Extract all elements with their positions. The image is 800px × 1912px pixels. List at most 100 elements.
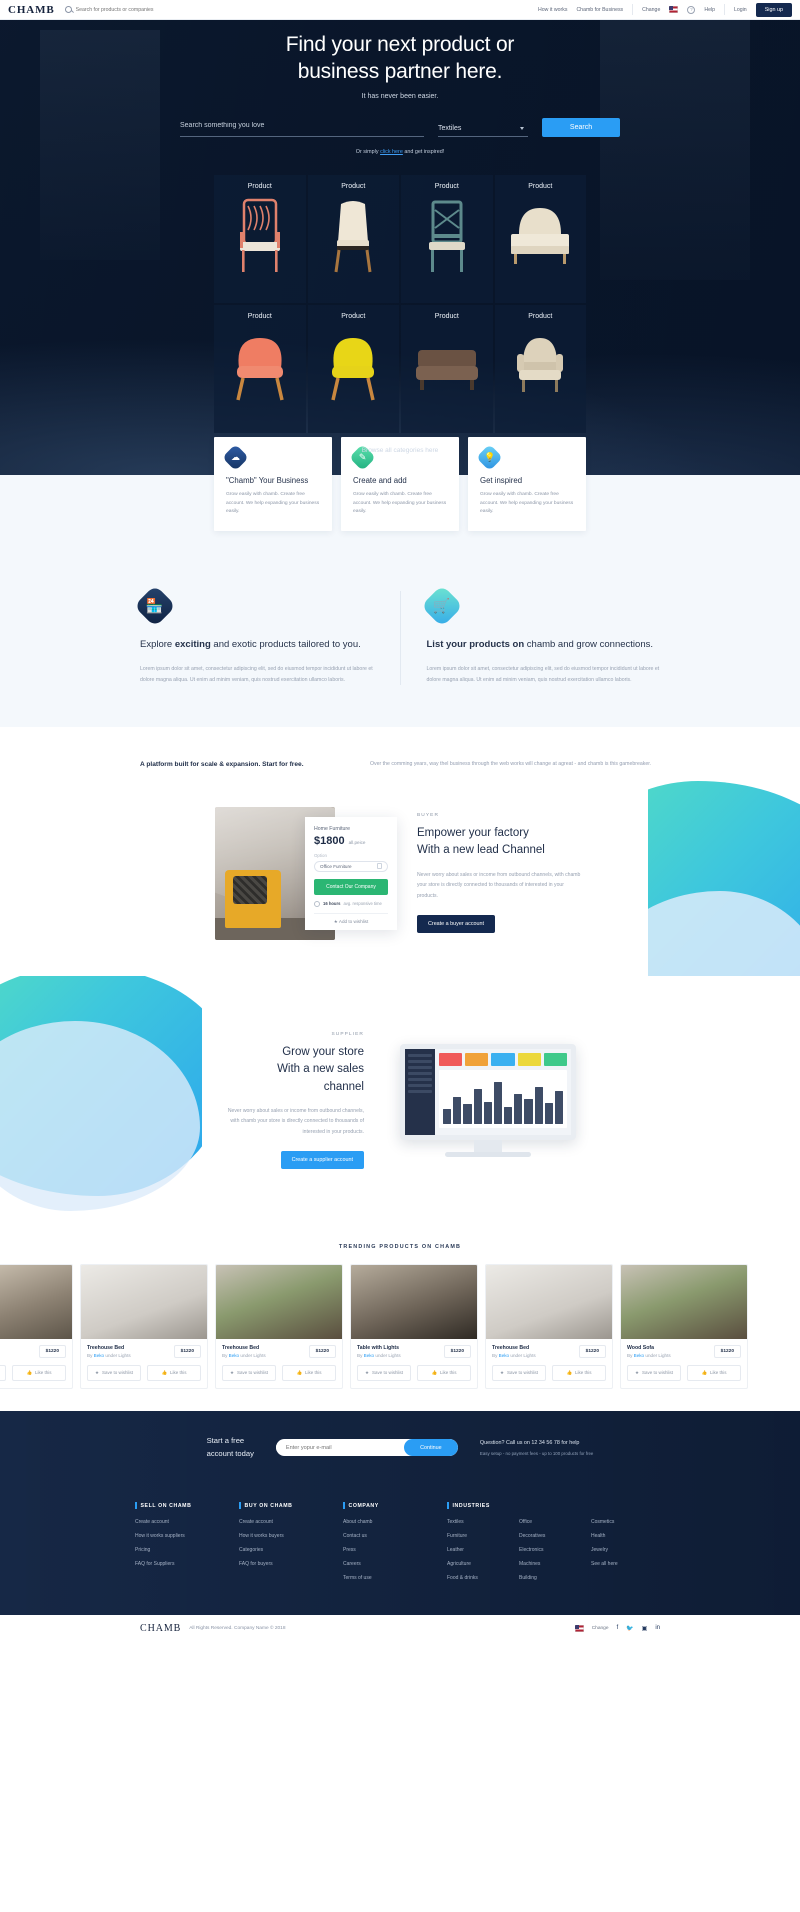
product-grid: Product Product Product Product Product … [214, 174, 586, 433]
email-field[interactable] [275, 1444, 404, 1451]
footer-link[interactable]: FAQ for Suppliers [135, 1561, 239, 1567]
footer-link[interactable]: About chamb [343, 1519, 447, 1525]
footer-link[interactable]: Create account [239, 1519, 343, 1525]
instagram-icon[interactable]: ▣ [642, 1625, 648, 1632]
footer-link[interactable]: Building [519, 1575, 591, 1581]
footer-link[interactable]: Leather [447, 1547, 519, 1553]
search-button[interactable]: Search [542, 117, 620, 137]
footer-link[interactable]: Food & drinks [447, 1575, 519, 1581]
category-select[interactable]: Textiles [438, 125, 528, 137]
product-label: Product [434, 312, 459, 320]
product-tile[interactable]: Product [494, 304, 586, 433]
product-tile[interactable]: Product [401, 174, 493, 303]
footer-link[interactable]: FAQ for buyers [239, 1561, 343, 1567]
footer-link[interactable]: Pricing [135, 1547, 239, 1553]
footer-link[interactable]: Cosmetics [591, 1519, 663, 1525]
hero-search-input[interactable] [180, 121, 424, 129]
create-supplier-account-button[interactable]: Create a supplier account [280, 1151, 364, 1170]
heading-text: SELL ON CHAMB [140, 1502, 192, 1509]
footer-brand-logo[interactable]: CHAMB [140, 1623, 181, 1634]
footer-link[interactable]: Textiles [447, 1519, 519, 1525]
sofa-brown-image [415, 349, 478, 390]
footer-link[interactable]: Furniture [447, 1533, 519, 1539]
save-label: Save to wishlist [102, 1370, 134, 1376]
linkedin-icon[interactable]: in [655, 1625, 660, 1631]
nav-link-chamb-for-business[interactable]: Chamb for Business [576, 7, 623, 13]
save-to-wishlist-button[interactable]: ★ Save to wishlist [627, 1364, 681, 1381]
footer-link[interactable]: Create account [135, 1519, 239, 1525]
footer-link[interactable]: How it works suppliers [135, 1533, 239, 1539]
option-select[interactable]: Office Furniture [314, 860, 388, 872]
footer-link[interactable]: Contact us [343, 1533, 447, 1539]
product-card[interactable]: Wood Sofa By Beko under Lights $1220 ★ S… [620, 1263, 748, 1389]
login-link[interactable]: Login [734, 7, 747, 13]
footer-link[interactable]: How it works buyers [239, 1533, 343, 1539]
like-button[interactable]: 👍 Like this [282, 1364, 336, 1381]
footer-change-language-link[interactable]: Change [592, 1626, 609, 1631]
product-card[interactable]: Treehouse Bed By Beko under Lights $1220… [485, 1263, 613, 1389]
browse-all-categories-link[interactable]: Browse all categories here [0, 447, 800, 454]
footer-link[interactable]: Health [591, 1533, 663, 1539]
footer-link[interactable]: Categories [239, 1547, 343, 1553]
footer-link[interactable]: Press [343, 1547, 447, 1553]
footer-link[interactable]: Agriculture [447, 1561, 519, 1567]
hero-search-field[interactable] [180, 114, 424, 137]
save-to-wishlist-button[interactable]: ★ Save to wishlist [87, 1364, 141, 1381]
footer-link[interactable]: Office [519, 1519, 591, 1525]
product-card[interactable]: Treehouse Bed By Beko under Lights $1220… [80, 1263, 208, 1389]
product-tile[interactable]: Product [307, 174, 399, 303]
footer-link[interactable]: See all here [591, 1561, 663, 1567]
product-tile[interactable]: Product [401, 304, 493, 433]
save-label: Save to wishlist [507, 1370, 539, 1376]
product-image [0, 1264, 72, 1339]
trending-carousel[interactable]: Wood Sofa By Beko under Lights $1220 ★ S… [0, 1263, 800, 1389]
language-change-link[interactable]: Change [642, 7, 660, 13]
feature-card-title: Create and add [353, 476, 407, 485]
twitter-icon[interactable]: 🐦 [626, 1625, 633, 1632]
brand-logo[interactable]: CHAMB [8, 4, 55, 16]
response-time-note: 16 hours avg. responsive time [314, 900, 388, 907]
save-to-wishlist-button[interactable]: ★ Save to wishlist [357, 1364, 411, 1381]
trending-products-section: TRENDING PRODUCTS ON CHAMB Wood Sofa By … [0, 1225, 800, 1411]
search-input[interactable] [75, 6, 296, 13]
save-to-wishlist-button[interactable]: ★ Save to wishlist [222, 1364, 276, 1381]
product-card[interactable]: Wood Sofa By Beko under Lights $1220 ★ S… [0, 1263, 73, 1389]
signup-button[interactable]: Sign up [755, 2, 792, 17]
footer-link[interactable]: Terms of use [343, 1575, 447, 1581]
footer-link[interactable]: Decoratives [519, 1533, 591, 1539]
product-tile[interactable]: Product [494, 174, 586, 303]
create-buyer-account-button[interactable]: Create a buyer account [417, 915, 496, 933]
like-button[interactable]: 👍 Like this [12, 1364, 66, 1381]
footer-link[interactable]: Electronics [519, 1547, 591, 1553]
nav-link-how-it-works[interactable]: How it works [538, 7, 567, 13]
help-circle-icon[interactable]: ? [687, 5, 696, 14]
like-button[interactable]: 👍 Like this [417, 1364, 471, 1381]
add-to-wishlist-button[interactable]: ★ Add to wishlist [314, 912, 388, 930]
response-time-text: avg. responsive time [343, 901, 382, 907]
contact-company-button[interactable]: Contact Our Company [314, 878, 388, 895]
product-tile[interactable]: Product [214, 304, 306, 433]
like-button[interactable]: 👍 Like this [687, 1364, 741, 1381]
trending-title: TRENDING PRODUCTS ON CHAMB [338, 1243, 462, 1250]
like-button[interactable]: 👍 Like this [552, 1364, 606, 1381]
product-card[interactable]: Treehouse Bed By Beko under Lights $1220… [215, 1263, 343, 1389]
global-search[interactable] [64, 6, 538, 13]
click-here-link[interactable]: click here [380, 149, 403, 155]
footer-link[interactable]: Machines [519, 1561, 591, 1567]
save-to-wishlist-button[interactable]: ★ Save to wishlist [0, 1364, 6, 1381]
us-flag-icon[interactable] [669, 6, 679, 13]
footer-link[interactable]: Careers [343, 1561, 447, 1567]
price-value: $1800 [314, 834, 345, 847]
nav-link-help[interactable]: Help [704, 7, 715, 13]
continue-button[interactable]: Continue [403, 1439, 458, 1456]
product-author: By Beko under Lights [357, 1353, 401, 1358]
product-card[interactable]: Table with Lights By Beko under Lights $… [350, 1263, 478, 1389]
save-to-wishlist-button[interactable]: ★ Save to wishlist [492, 1364, 546, 1381]
like-button[interactable]: 👍 Like this [147, 1364, 201, 1381]
product-tile[interactable]: Product [307, 304, 399, 433]
us-flag-icon[interactable] [574, 1624, 584, 1632]
facebook-icon[interactable]: f [617, 1625, 619, 1631]
footer-link[interactable]: Jewelry [591, 1547, 663, 1553]
by-rest: under Lights [239, 1352, 266, 1358]
product-tile[interactable]: Product [214, 174, 306, 303]
